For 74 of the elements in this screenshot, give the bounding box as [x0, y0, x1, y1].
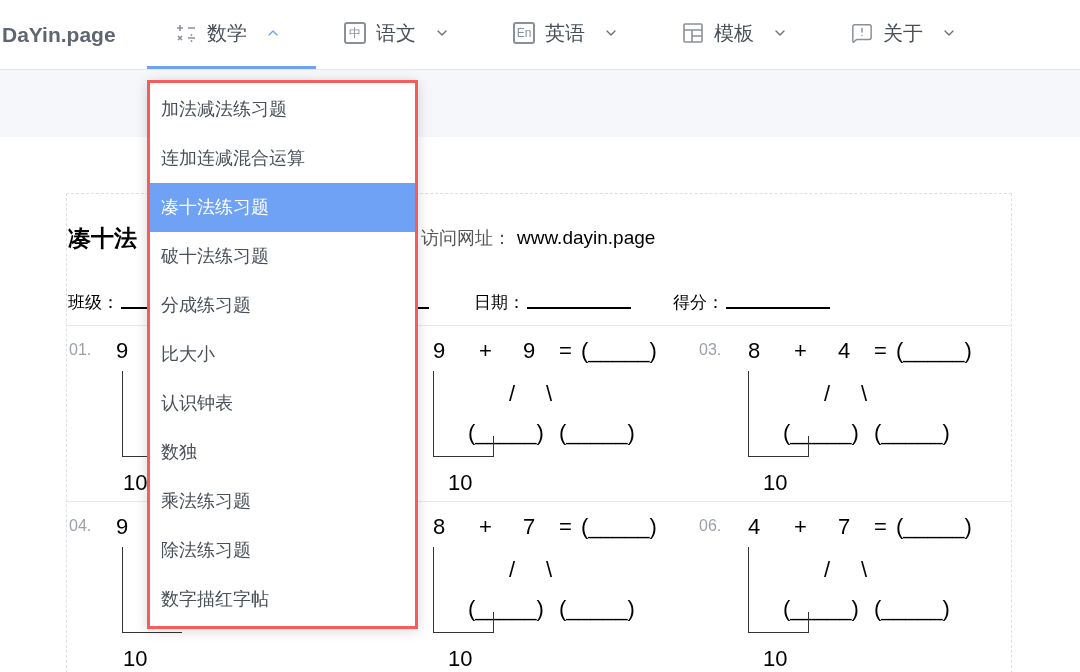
menu-item[interactable]: 认识钟表	[150, 379, 415, 428]
part-blank: (_____)	[783, 595, 860, 623]
site-logo[interactable]: DaYin.page	[0, 18, 147, 51]
menu-item[interactable]: 加法减法练习题	[150, 85, 415, 134]
part-blank: (_____)	[468, 419, 545, 447]
menu-item[interactable]: 乘法练习题	[150, 477, 415, 526]
plus-sign: +	[479, 337, 493, 365]
problem-number: 01.	[68, 340, 93, 360]
answer-blank: (_____)	[581, 337, 657, 365]
worksheet-title: 凑十法	[67, 223, 137, 253]
ten-label: 10	[763, 645, 788, 672]
equals-sign: =	[559, 337, 573, 365]
nav-menu[interactable]: 关于	[823, 0, 992, 69]
glyph-icon: 中	[344, 22, 366, 44]
problem-number: 06.	[698, 516, 723, 536]
ten-label: 10	[448, 645, 473, 672]
first-addend: 8	[433, 513, 447, 541]
equals-sign: =	[874, 513, 888, 541]
second-addend: 7	[523, 513, 537, 541]
second-addend: 7	[838, 513, 852, 541]
nav-menu[interactable]: 中 语文	[316, 0, 485, 69]
menu-item[interactable]: 比大小	[150, 330, 415, 379]
math-operators-icon	[175, 22, 197, 44]
second-addend: 4	[838, 337, 852, 365]
layout-icon	[682, 22, 704, 44]
ten-label: 10	[123, 645, 148, 672]
nav-menu[interactable]: 模板	[654, 0, 823, 69]
slash: /	[509, 556, 517, 584]
equals-sign: =	[559, 513, 573, 541]
menu-item[interactable]: 分成练习题	[150, 281, 415, 330]
nav-menu[interactable]: En 英语	[485, 0, 654, 69]
backslash: \	[546, 380, 553, 408]
backslash: \	[546, 556, 553, 584]
ten-label: 10	[763, 469, 788, 497]
first-addend: 8	[748, 337, 762, 365]
date-label: 日期：	[474, 291, 525, 314]
backslash: \	[861, 556, 868, 584]
first-addend: 9	[116, 513, 129, 541]
part-blank: (_____)	[559, 419, 635, 447]
menu-item[interactable]: 数独	[150, 428, 415, 477]
part-blank: (_____)	[783, 419, 860, 447]
problem-number: 04.	[68, 516, 93, 536]
plus-sign: +	[794, 513, 808, 541]
answer-blank: (_____)	[581, 513, 657, 541]
first-addend: 4	[748, 513, 762, 541]
website-label: 访问网址：	[421, 226, 511, 250]
part-blank: (_____)	[874, 595, 950, 623]
second-addend: 9	[523, 337, 537, 365]
ten-label: 10	[123, 469, 148, 497]
glyph-icon: En	[513, 22, 535, 44]
website-address: www.dayin.page	[517, 225, 656, 250]
menu-item[interactable]: 数字描红字帖	[150, 575, 415, 624]
ten-label: 10	[448, 469, 473, 497]
problem-number: 03.	[698, 340, 723, 360]
slash: /	[824, 380, 832, 408]
answer-blank: (_____)	[896, 337, 972, 365]
backslash: \	[861, 380, 868, 408]
first-addend: 9	[116, 337, 129, 365]
plus-sign: +	[794, 337, 808, 365]
plus-sign: +	[479, 513, 493, 541]
part-blank: (_____)	[559, 595, 635, 623]
score-label: 得分：	[673, 291, 724, 314]
slash: /	[509, 380, 517, 408]
menu-item[interactable]: 连加连减混合运算	[150, 134, 415, 183]
part-blank: (_____)	[874, 419, 950, 447]
menu-item[interactable]: 破十法练习题	[150, 232, 415, 281]
class-label: 班级：	[67, 291, 119, 314]
answer-blank: (_____)	[896, 513, 972, 541]
slash: /	[824, 556, 832, 584]
menu-item[interactable]: 除法练习题	[150, 526, 415, 575]
message-alert-icon	[851, 22, 873, 44]
equals-sign: =	[874, 337, 888, 365]
part-blank: (_____)	[468, 595, 545, 623]
first-addend: 9	[433, 337, 447, 365]
